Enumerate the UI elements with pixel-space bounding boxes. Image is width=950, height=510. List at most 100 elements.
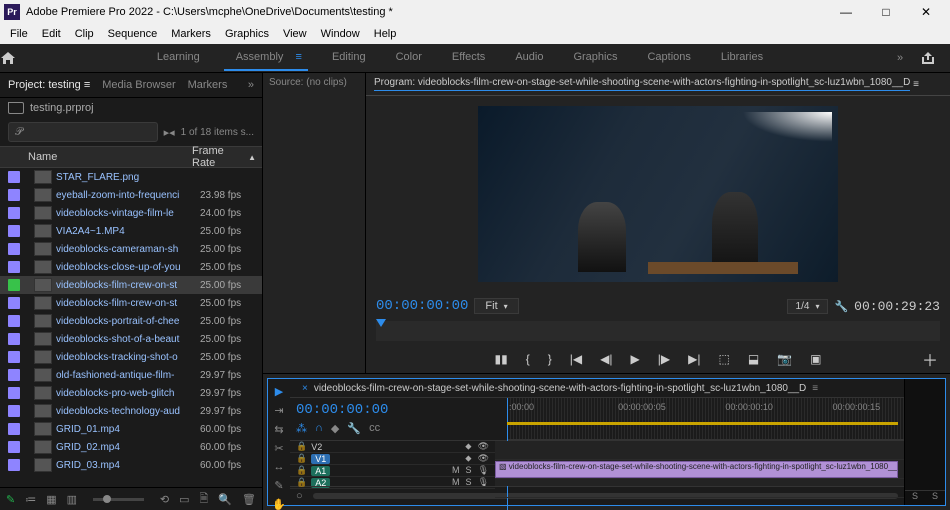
- track-v1-header[interactable]: 🔒 V1 ⬥👁: [290, 453, 495, 465]
- label-swatch[interactable]: [8, 459, 20, 471]
- step-fwd-icon[interactable]: |▶: [658, 352, 670, 366]
- button-editor-icon[interactable]: ＋: [922, 347, 938, 371]
- minimize-button[interactable]: —: [826, 5, 866, 19]
- track-a1-header[interactable]: 🔒 A1 MS🎙: [290, 465, 495, 477]
- ws-audio[interactable]: Audio: [509, 45, 549, 71]
- menu-graphics[interactable]: Graphics: [219, 26, 275, 42]
- asset-row[interactable]: GRID_03.mp460.00 fps: [0, 456, 262, 474]
- label-swatch[interactable]: [8, 243, 20, 255]
- menu-clip[interactable]: Clip: [69, 26, 100, 42]
- play-icon[interactable]: ▶: [631, 352, 640, 366]
- label-swatch[interactable]: [8, 333, 20, 345]
- seq-close-icon[interactable]: ×: [302, 383, 308, 394]
- asset-list[interactable]: STAR_FLARE.pngeyeball-zoom-into-frequenc…: [0, 168, 262, 487]
- target-icon[interactable]: ⬥: [465, 453, 471, 464]
- lane-v2[interactable]: [495, 441, 904, 460]
- asset-row[interactable]: VIA2A4~1.MP425.00 fps: [0, 222, 262, 240]
- fit-dropdown[interactable]: Fit▾: [474, 298, 518, 314]
- label-swatch[interactable]: [8, 405, 20, 417]
- label-swatch[interactable]: [8, 297, 20, 309]
- freeform-view-icon[interactable]: ▥: [67, 493, 77, 506]
- home-icon[interactable]: [0, 51, 40, 65]
- asset-row[interactable]: videoblocks-close-up-of-you25.00 fps: [0, 258, 262, 276]
- menu-file[interactable]: File: [4, 26, 34, 42]
- export-icon[interactable]: [920, 51, 950, 65]
- track-lanes[interactable]: ▧ videoblocks-film-crew-on-stage-set-whi…: [495, 441, 904, 486]
- wrench-icon[interactable]: 🔧: [834, 300, 848, 313]
- asset-row[interactable]: old-fashioned-antique-film-29.97 fps: [0, 366, 262, 384]
- video-clip[interactable]: ▧ videoblocks-film-crew-on-stage-set-whi…: [495, 461, 898, 478]
- resolution-dropdown[interactable]: 1/4▾: [787, 299, 829, 314]
- go-out-icon[interactable]: ▶|: [688, 352, 700, 366]
- snap-icon[interactable]: ⁂: [296, 422, 307, 435]
- asset-row[interactable]: videoblocks-portrait-of-chee25.00 fps: [0, 312, 262, 330]
- settings-icon[interactable]: 🔧: [347, 422, 361, 435]
- list-view-icon[interactable]: ≔: [25, 493, 36, 506]
- asset-row[interactable]: videoblocks-film-crew-on-st25.00 fps: [0, 276, 262, 294]
- ws-assembly[interactable]: Assembly ≡: [224, 45, 308, 71]
- lock-icon[interactable]: 🔒: [296, 477, 307, 488]
- menu-markers[interactable]: Markers: [165, 26, 217, 42]
- selection-tool-icon[interactable]: ▶: [275, 385, 283, 398]
- asset-row[interactable]: STAR_FLARE.png: [0, 168, 262, 186]
- tab-project[interactable]: Project: testing ≡: [8, 79, 90, 91]
- tab-media-browser[interactable]: Media Browser: [102, 79, 175, 91]
- label-swatch[interactable]: [8, 279, 20, 291]
- ws-effects[interactable]: Effects: [446, 45, 491, 71]
- eye-icon[interactable]: 👁: [478, 453, 489, 464]
- menu-help[interactable]: Help: [368, 26, 403, 42]
- marker-icon[interactable]: ◆: [331, 422, 339, 435]
- label-swatch[interactable]: [8, 207, 20, 219]
- export-frame-icon[interactable]: 📷: [777, 352, 792, 366]
- lock-icon[interactable]: 🔒: [296, 453, 307, 464]
- mute-icon[interactable]: M: [452, 465, 460, 476]
- asset-row[interactable]: videoblocks-vintage-film-le24.00 fps: [0, 204, 262, 222]
- playhead-icon[interactable]: [376, 319, 386, 327]
- voice-icon[interactable]: 🎙: [478, 465, 489, 476]
- label-swatch[interactable]: [8, 387, 20, 399]
- ws-learning[interactable]: Learning: [151, 45, 206, 71]
- label-swatch[interactable]: [8, 171, 20, 183]
- track-select-tool-icon[interactable]: ⇥: [274, 404, 283, 417]
- ripple-tool-icon[interactable]: ⇆: [274, 423, 283, 436]
- sequence-name[interactable]: videoblocks-film-crew-on-stage-set-while…: [314, 383, 806, 394]
- seq-menu-icon[interactable]: ≡: [812, 383, 818, 394]
- timeline-timecode[interactable]: 00:00:00:00: [296, 402, 501, 418]
- label-swatch[interactable]: [8, 225, 20, 237]
- panel-overflow-icon[interactable]: »: [248, 79, 254, 91]
- program-monitor[interactable]: [366, 96, 950, 291]
- razor-tool-icon[interactable]: ✂: [274, 442, 283, 455]
- asset-row[interactable]: videoblocks-pro-web-glitch29.97 fps: [0, 384, 262, 402]
- eye-icon[interactable]: 👁: [478, 441, 489, 452]
- new-item-icon[interactable]: 🗎: [199, 490, 208, 509]
- col-fps[interactable]: Frame Rate▲: [192, 145, 256, 169]
- label-swatch[interactable]: [8, 315, 20, 327]
- lock-icon[interactable]: 🔒: [296, 441, 307, 452]
- trash-icon[interactable]: 🗑: [242, 493, 256, 506]
- menu-window[interactable]: Window: [315, 26, 366, 42]
- step-back-icon[interactable]: ◀|: [600, 352, 612, 366]
- menu-view[interactable]: View: [277, 26, 313, 42]
- zoom-slider[interactable]: [93, 498, 144, 501]
- pen-tool-icon[interactable]: ✎: [274, 479, 283, 492]
- track-v2-header[interactable]: 🔒 V2 ⬥👁: [290, 441, 495, 453]
- new-bin-icon[interactable]: ▭: [179, 493, 189, 506]
- cc-icon[interactable]: cc: [369, 422, 380, 435]
- lift-icon[interactable]: ⬚: [718, 352, 729, 366]
- lane-v1[interactable]: ▧ videoblocks-film-crew-on-stage-set-whi…: [495, 460, 904, 479]
- mark-in-icon[interactable]: {: [526, 352, 530, 366]
- go-in-icon[interactable]: |◀: [570, 352, 582, 366]
- lane-a2[interactable]: [495, 498, 904, 510]
- ws-captions[interactable]: Captions: [641, 45, 696, 71]
- ws-color[interactable]: Color: [390, 45, 428, 71]
- col-name[interactable]: Name: [6, 151, 192, 163]
- label-swatch[interactable]: [8, 351, 20, 363]
- circle-icon[interactable]: ○: [296, 490, 303, 502]
- extract-icon[interactable]: ⬓: [748, 352, 759, 366]
- asset-row[interactable]: GRID_01.mp460.00 fps: [0, 420, 262, 438]
- add-marker-icon[interactable]: ▮▮: [495, 352, 508, 366]
- ws-editing[interactable]: Editing: [326, 45, 372, 71]
- sort-icon[interactable]: ⟲: [160, 493, 169, 506]
- tab-markers[interactable]: Markers: [188, 79, 228, 91]
- menu-sequence[interactable]: Sequence: [102, 26, 164, 42]
